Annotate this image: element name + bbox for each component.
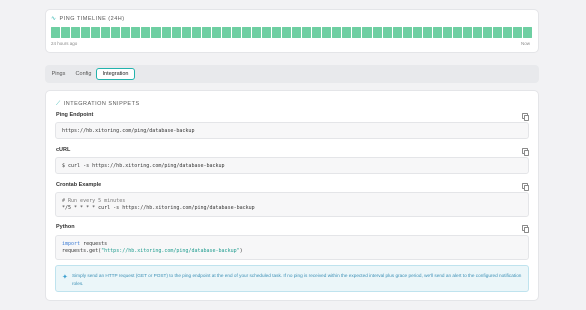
- python-code-line-2: requests.get("https://hb.xitoring.com/pi…: [62, 248, 528, 255]
- timeline-bar[interactable]: [503, 27, 513, 38]
- timeline-bar[interactable]: [201, 27, 211, 38]
- ping-endpoint-code: https://hb.xitoring.com/ping/database-ba…: [55, 122, 529, 139]
- curl-code: $ curl -s https://hb.xitoring.com/ping/d…: [55, 157, 529, 174]
- timeline-bar[interactable]: [61, 27, 71, 38]
- copy-icon[interactable]: [522, 183, 530, 191]
- timeline-bar[interactable]: [513, 27, 523, 38]
- python-label: Python: [56, 224, 75, 230]
- timeline-bar[interactable]: [382, 27, 392, 38]
- timeline-bar[interactable]: [432, 27, 442, 38]
- tab-bar: Pings Config Integration: [45, 65, 539, 83]
- python-code: import requests requests.get("https://hb…: [55, 235, 529, 260]
- timeline-bar[interactable]: [372, 27, 382, 38]
- timeline-bar[interactable]: [352, 27, 362, 38]
- timeline-bar[interactable]: [282, 27, 292, 38]
- python-call-prefix: requests.get(: [62, 248, 102, 254]
- tab-pings[interactable]: Pings: [48, 68, 69, 80]
- timeline-bar[interactable]: [342, 27, 352, 38]
- timeline-bar[interactable]: [272, 27, 282, 38]
- curl-code-text: $ curl -s https://hb.xitoring.com/ping/d…: [62, 163, 225, 169]
- timeline-bar[interactable]: [231, 27, 241, 38]
- lightbulb-icon: ✦: [62, 274, 68, 281]
- timeline-bar[interactable]: [292, 27, 302, 38]
- timeline-bar[interactable]: [121, 27, 131, 38]
- timeline-bar[interactable]: [111, 27, 121, 38]
- python-call-suffix: ): [239, 248, 243, 254]
- code-icon: ⟋: [56, 101, 61, 107]
- timeline-bar[interactable]: [483, 27, 493, 38]
- ping-timeline-bars: [51, 27, 533, 38]
- timeline-bar[interactable]: [91, 27, 101, 38]
- timeline-bar[interactable]: [221, 27, 231, 38]
- info-callout: ✦ Simply send an HTTP request (GET or PO…: [55, 265, 529, 292]
- timeline-bar[interactable]: [191, 27, 201, 38]
- python-import-keyword: import: [62, 241, 81, 247]
- crontab-code-comment: # Run every 5 minutes: [62, 198, 126, 204]
- timeline-bar[interactable]: [161, 27, 171, 38]
- python-code-line-1: import requests: [62, 241, 528, 248]
- timeline-bar[interactable]: [71, 27, 81, 38]
- timeline-bar[interactable]: [392, 27, 402, 38]
- timeline-bar[interactable]: [312, 27, 322, 38]
- copy-icon[interactable]: [522, 148, 530, 156]
- timeline-bar[interactable]: [422, 27, 432, 38]
- info-callout-text: Simply send an HTTP request (GET or POST…: [72, 273, 522, 286]
- timeline-bar[interactable]: [442, 27, 452, 38]
- timeline-bar[interactable]: [51, 27, 61, 38]
- python-import-module: requests: [80, 241, 108, 247]
- timeline-start-label: 24 hours ago: [51, 41, 78, 46]
- tab-integration[interactable]: Integration: [96, 68, 135, 80]
- activity-icon: ∿: [51, 16, 57, 22]
- timeline-bar[interactable]: [151, 27, 161, 38]
- timeline-bar[interactable]: [181, 27, 191, 38]
- timeline-bar[interactable]: [462, 27, 472, 38]
- timeline-bar[interactable]: [251, 27, 261, 38]
- timeline-bar[interactable]: [362, 27, 372, 38]
- copy-icon[interactable]: [522, 113, 530, 121]
- timeline-bar[interactable]: [472, 27, 483, 38]
- timeline-bar[interactable]: [402, 27, 412, 38]
- ping-endpoint-label: Ping Endpoint: [56, 112, 94, 118]
- timeline-bar[interactable]: [171, 27, 181, 38]
- ping-timeline-title-text: PING TIMELINE (24H): [59, 16, 125, 22]
- timeline-bar[interactable]: [141, 27, 151, 38]
- curl-label: cURL: [56, 147, 71, 153]
- timeline-bar[interactable]: [241, 27, 251, 38]
- timeline-bar[interactable]: [452, 27, 462, 38]
- timeline-bar[interactable]: [493, 27, 503, 38]
- timeline-bar[interactable]: [261, 27, 272, 38]
- timeline-bar[interactable]: [322, 27, 332, 38]
- timeline-bar[interactable]: [131, 27, 141, 38]
- copy-icon[interactable]: [522, 225, 530, 233]
- timeline-bar[interactable]: [412, 27, 422, 38]
- crontab-code-text: */5 * * * * curl -s https://hb.xitoring.…: [62, 205, 255, 211]
- timeline-bar[interactable]: [101, 27, 111, 38]
- ping-timeline-title: ∿ PING TIMELINE (24H): [51, 16, 125, 22]
- timeline-bar[interactable]: [302, 27, 312, 38]
- timeline-bar[interactable]: [211, 27, 221, 38]
- integration-snippets-title-text: INTEGRATION SNIPPETS: [63, 101, 140, 107]
- crontab-code: # Run every 5 minutes */5 * * * * curl -…: [55, 192, 529, 217]
- integration-snippets-title: ⟋ INTEGRATION SNIPPETS: [56, 101, 140, 107]
- timeline-bar[interactable]: [332, 27, 342, 38]
- timeline-bar[interactable]: [523, 27, 533, 38]
- timeline-bar[interactable]: [81, 27, 91, 38]
- python-call-string: "https://hb.xitoring.com/ping/database-b…: [101, 248, 240, 254]
- tab-config[interactable]: Config: [72, 68, 95, 80]
- timeline-end-label: Now: [521, 41, 531, 46]
- crontab-example-label: Crontab Example: [56, 182, 102, 188]
- ping-endpoint-code-text: https://hb.xitoring.com/ping/database-ba…: [62, 128, 195, 134]
